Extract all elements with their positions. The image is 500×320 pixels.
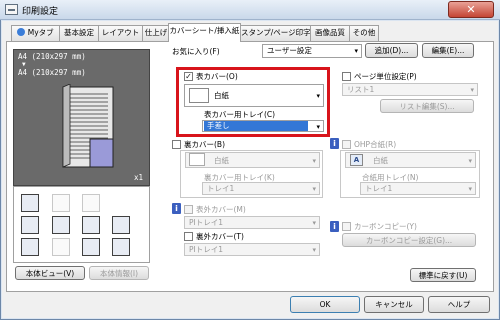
tab-layout[interactable]: レイアウト — [98, 25, 143, 41]
chevron-down-icon: ▾ — [312, 219, 316, 227]
ohp-tray-value: トレイ1 — [365, 184, 393, 193]
copy-icon — [82, 194, 100, 212]
tab-cover-sheet[interactable]: カバーシート/挿入紙 — [168, 23, 241, 42]
tab-image-quality[interactable]: 画像品質 — [310, 25, 350, 41]
help-button[interactable]: ヘルプ — [428, 296, 490, 313]
front-cover-highlight — [176, 67, 330, 137]
finisher-icon — [21, 216, 39, 234]
preview-copies: x1 — [134, 173, 144, 182]
back-cover-checkbox[interactable] — [172, 140, 181, 149]
tab-finishing[interactable]: 仕上げ — [142, 25, 170, 41]
favorites-label: お気に入り(F) — [172, 47, 220, 56]
ohp-label: OHP合紙(R) — [354, 140, 397, 149]
back-cover-label: 裏カバー(B) — [184, 140, 225, 149]
back-cover-paper-select[interactable]: 白紙 ▾ — [185, 152, 320, 168]
ohp-tray-select[interactable]: トレイ1 ▾ — [360, 182, 476, 195]
favorites-select[interactable]: ユーザー設定 ▾ — [262, 44, 362, 58]
chevron-down-icon: ▾ — [312, 157, 316, 165]
tray-icon — [21, 194, 39, 212]
back-outer-cover-value: PIトレイ1 — [189, 245, 224, 254]
printer-app-icon — [5, 4, 18, 15]
inserter-icon — [52, 216, 70, 234]
tab-my-tab[interactable]: Myタブ — [11, 25, 60, 41]
carbon-copy-settings-button[interactable]: カーボンコピー設定(G)... — [342, 233, 476, 247]
cover-paper-icon — [189, 153, 205, 166]
info-icon: i — [330, 221, 339, 232]
back-cover-tray-value: トレイ1 — [207, 184, 235, 193]
stapler-icon — [112, 216, 130, 234]
chevron-down-icon: ▾ — [468, 157, 472, 165]
document-preview-image — [62, 84, 114, 168]
chevron-down-icon: ▾ — [468, 185, 472, 193]
device-info-button[interactable]: 本体情報(I) — [89, 266, 149, 280]
chevron-down-icon: ▾ — [312, 185, 316, 193]
back-outer-cover-checkbox[interactable] — [184, 232, 193, 241]
ohp-paper-value: 白紙 — [373, 156, 388, 165]
front-outer-cover-value: PIトレイ1 — [189, 218, 224, 227]
ohp-checkbox[interactable] — [342, 140, 351, 149]
chevron-down-icon: ▾ — [312, 246, 316, 254]
title-bar — [0, 0, 500, 20]
my-tab-icon — [17, 28, 26, 36]
carbon-copy-label: カーボンコピー(Y) — [354, 222, 417, 231]
carbon-copy-checkbox[interactable] — [342, 222, 351, 231]
back-cover-tray-select[interactable]: トレイ1 ▾ — [202, 182, 320, 195]
back-cover-paper-value: 白紙 — [214, 156, 229, 165]
tab-basic[interactable]: 基本設定 — [59, 25, 99, 41]
add-favorite-button[interactable]: 追加(D)... — [365, 43, 418, 58]
edit-favorite-button[interactable]: 編集(E)... — [422, 43, 474, 58]
document-a-icon: A — [350, 154, 363, 166]
document-a-icon — [82, 216, 100, 234]
favorites-value: ユーザー設定 — [267, 46, 312, 55]
preview-original-size: A4 (210x297 mm) — [18, 68, 86, 77]
edit-list-button[interactable]: リスト編集(S)... — [380, 99, 474, 113]
ohp-paper-select[interactable]: A 白紙 ▾ — [345, 152, 476, 168]
tab-other[interactable]: その他 — [349, 25, 379, 41]
per-page-list-select[interactable]: リスト1 ▾ — [342, 83, 478, 96]
preview-arrow: ▼ — [22, 61, 26, 68]
front-outer-cover-select[interactable]: PIトレイ1 ▾ — [184, 216, 320, 229]
booklet-icon — [82, 238, 100, 256]
info-icon: i — [330, 138, 339, 149]
chevron-down-icon: ▾ — [470, 86, 474, 94]
tab-stamp[interactable]: スタンプ/ページ印字 — [240, 25, 311, 41]
info-icon: i — [172, 203, 181, 214]
ok-button[interactable]: OK — [290, 296, 360, 313]
punch-icon — [52, 194, 70, 212]
close-button[interactable]: ✕ — [448, 1, 494, 18]
device-view-button[interactable]: 本体ビュー(V) — [15, 266, 85, 280]
per-page-checkbox[interactable] — [342, 72, 351, 81]
stack-icon — [52, 238, 70, 256]
calculator-icon — [21, 238, 39, 256]
preview-output-size: A4 (210x297 mm) — [18, 52, 86, 61]
cancel-button[interactable]: キャンセル — [364, 296, 424, 313]
front-outer-cover-label: 表外カバー(M) — [196, 205, 246, 214]
restore-defaults-button[interactable]: 標準に戻す(U) — [410, 268, 476, 282]
front-outer-cover-checkbox[interactable] — [184, 205, 193, 214]
chevron-down-icon: ▾ — [354, 47, 358, 55]
tab-label: Myタブ — [27, 28, 54, 37]
window-title: 印刷設定 — [22, 7, 59, 17]
per-page-list-value: リスト1 — [347, 85, 375, 94]
back-outer-cover-label: 裏外カバー(T) — [196, 232, 244, 241]
per-page-label: ページ単位設定(P) — [354, 72, 417, 81]
storage-icon — [112, 238, 130, 256]
back-outer-cover-select[interactable]: PIトレイ1 ▾ — [184, 243, 320, 256]
